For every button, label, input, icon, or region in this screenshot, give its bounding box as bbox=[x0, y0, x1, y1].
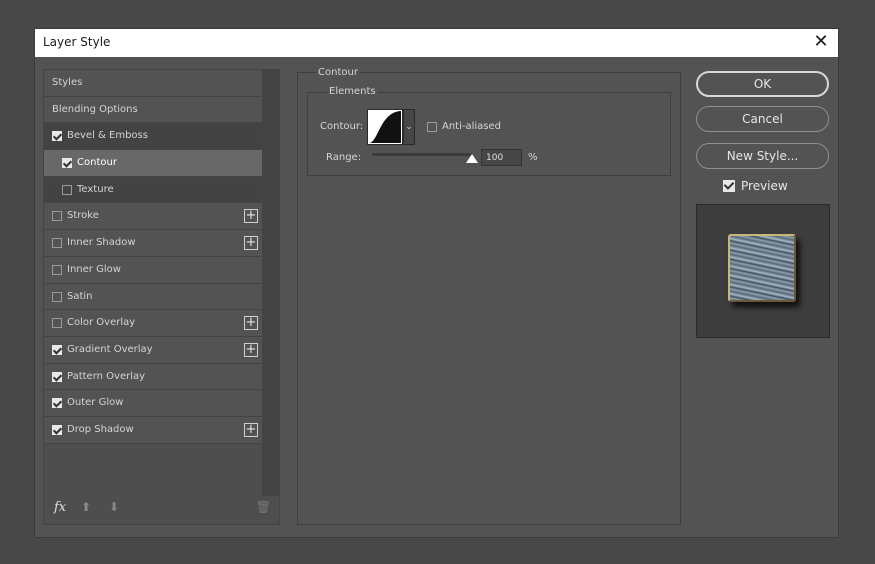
style-item-texture[interactable]: Texture bbox=[44, 176, 262, 204]
style-list: Styles Blending Options Bevel & Emboss Cont… bbox=[44, 70, 262, 444]
style-checkbox[interactable] bbox=[52, 371, 62, 382]
anti-aliased-checkbox[interactable] bbox=[427, 122, 437, 132]
add-effect-icon[interactable]: + bbox=[244, 316, 258, 331]
preview-label: Preview bbox=[741, 179, 788, 193]
style-item-drop-shadow[interactable]: Drop Shadow + bbox=[44, 416, 262, 444]
style-item-label: Bevel & Emboss bbox=[67, 130, 148, 142]
style-checkbox[interactable] bbox=[52, 264, 62, 275]
style-checkbox[interactable] bbox=[52, 238, 62, 249]
range-input[interactable] bbox=[481, 149, 522, 166]
style-item-label: Inner Shadow bbox=[67, 237, 136, 249]
style-item-label: Satin bbox=[67, 290, 93, 302]
style-item-label: Texture bbox=[77, 183, 114, 195]
style-checkbox[interactable] bbox=[52, 344, 62, 355]
styles-panel-footer: fx ⬆ ⬇ 🗑 bbox=[44, 494, 279, 524]
styles-scrollbar[interactable] bbox=[262, 70, 279, 496]
ok-button[interactable]: OK bbox=[696, 71, 829, 97]
add-effect-icon[interactable]: + bbox=[244, 342, 258, 357]
preview-square bbox=[728, 234, 796, 302]
style-item-label: Pattern Overlay bbox=[67, 370, 146, 382]
dialog-title: Layer Style bbox=[43, 35, 111, 49]
style-checkbox[interactable] bbox=[52, 398, 62, 409]
style-item-color-overlay[interactable]: Color Overlay + bbox=[44, 310, 262, 337]
style-item-label: Outer Glow bbox=[67, 397, 124, 409]
style-item-pattern-overlay[interactable]: Pattern Overlay bbox=[44, 363, 262, 391]
add-effect-icon[interactable]: + bbox=[244, 236, 258, 251]
style-checkbox[interactable] bbox=[52, 211, 62, 222]
add-effect-icon[interactable]: + bbox=[244, 422, 258, 437]
contour-curve-thumbnail[interactable] bbox=[367, 109, 403, 145]
move-down-icon[interactable]: ⬇ bbox=[109, 500, 119, 514]
style-checkbox[interactable] bbox=[52, 424, 62, 435]
anti-aliased-label: Anti-aliased bbox=[442, 121, 502, 132]
cancel-button[interactable]: Cancel bbox=[696, 106, 829, 132]
style-item-satin[interactable]: Satin bbox=[44, 283, 262, 311]
style-item-blending-options[interactable]: Blending Options bbox=[44, 96, 262, 124]
elements-group-label: Elements bbox=[327, 86, 378, 97]
move-up-icon[interactable]: ⬆ bbox=[81, 500, 91, 514]
range-slider-thumb[interactable] bbox=[466, 154, 478, 163]
style-item-contour[interactable]: Contour bbox=[44, 150, 262, 177]
style-item-inner-shadow[interactable]: Inner Shadow + bbox=[44, 230, 262, 257]
style-checkbox[interactable] bbox=[52, 291, 62, 302]
style-item-label: Inner Glow bbox=[67, 263, 121, 275]
style-item-label: Stroke bbox=[67, 210, 99, 222]
preview-thumbnail bbox=[696, 204, 830, 338]
style-item-styles[interactable]: Styles bbox=[44, 70, 262, 97]
style-checkbox[interactable] bbox=[52, 131, 62, 142]
styles-panel: Styles Blending Options Bevel & Emboss Cont… bbox=[43, 69, 280, 525]
style-item-label: Styles bbox=[52, 77, 83, 88]
style-item-label: Gradient Overlay bbox=[67, 343, 153, 355]
new-style-button[interactable]: New Style... bbox=[696, 143, 829, 169]
style-checkbox[interactable] bbox=[62, 184, 72, 195]
range-label: Range: bbox=[326, 152, 362, 163]
contour-group-label: Contour bbox=[316, 67, 360, 78]
fx-icon[interactable]: fx bbox=[54, 500, 66, 515]
contour-curve-icon bbox=[369, 111, 401, 143]
trash-icon[interactable]: 🗑 bbox=[256, 500, 271, 514]
add-effect-icon[interactable]: + bbox=[244, 209, 258, 224]
style-checkbox[interactable] bbox=[52, 318, 62, 329]
style-item-gradient-overlay[interactable]: Gradient Overlay + bbox=[44, 336, 262, 364]
style-item-label: Contour bbox=[77, 157, 117, 169]
title-bar: Layer Style ✕ bbox=[35, 29, 838, 57]
style-item-bevel-emboss[interactable]: Bevel & Emboss bbox=[44, 123, 262, 151]
range-slider-track[interactable] bbox=[372, 153, 472, 156]
style-item-outer-glow[interactable]: Outer Glow bbox=[44, 390, 262, 417]
preview-checkbox[interactable] bbox=[723, 180, 735, 192]
close-icon[interactable]: ✕ bbox=[810, 31, 832, 53]
style-item-label: Blending Options bbox=[52, 103, 138, 115]
style-item-inner-glow[interactable]: Inner Glow bbox=[44, 256, 262, 284]
contour-label: Contour: bbox=[320, 121, 364, 132]
range-unit: % bbox=[528, 152, 538, 163]
style-item-label: Color Overlay bbox=[67, 317, 136, 329]
contour-dropdown-button[interactable]: ⌄ bbox=[403, 109, 415, 145]
style-item-label: Drop Shadow bbox=[67, 423, 134, 435]
style-checkbox[interactable] bbox=[62, 158, 72, 169]
style-item-stroke[interactable]: Stroke + bbox=[44, 203, 262, 231]
